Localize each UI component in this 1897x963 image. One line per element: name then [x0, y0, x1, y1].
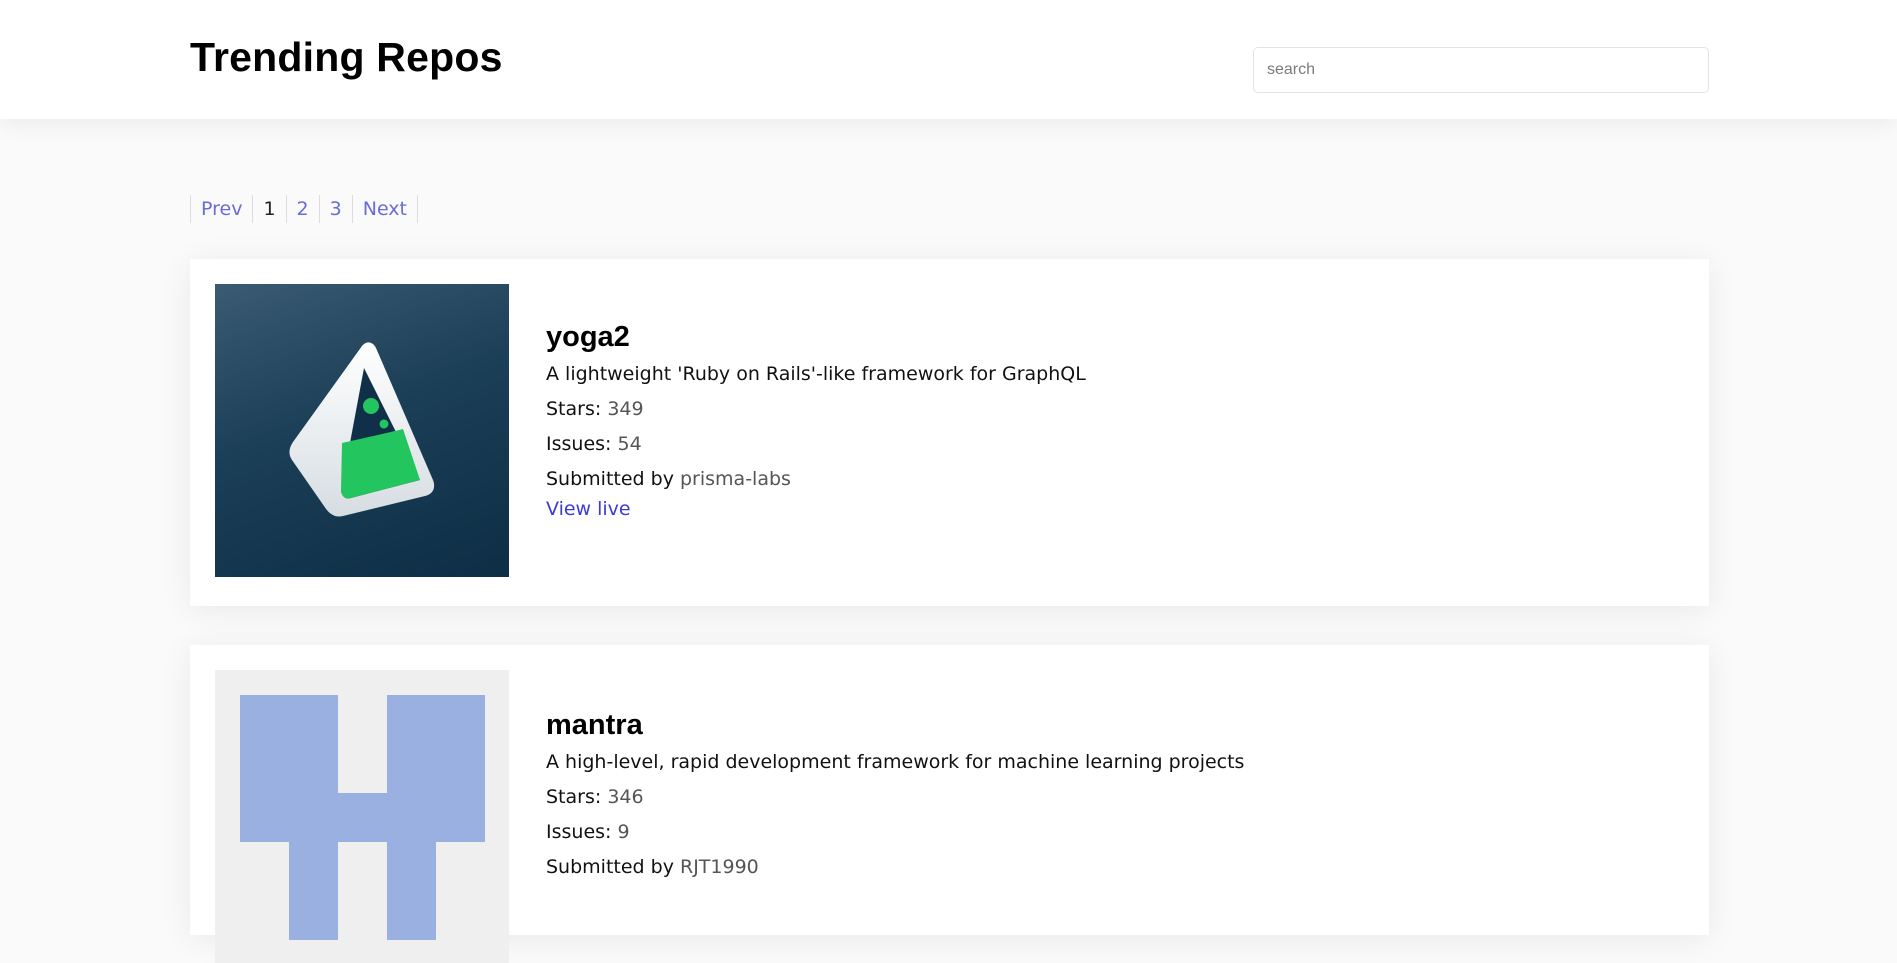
- repo-issues: Issues: 9: [546, 821, 1244, 843]
- repo-card-yoga2: yoga2 A lightweight 'Ruby on Rails'-like…: [190, 259, 1709, 606]
- identicon-icon: [240, 695, 485, 940]
- stars-value: 349: [607, 398, 644, 420]
- pagination-page-1[interactable]: 1: [253, 195, 287, 223]
- pagination: Prev 1 2 3 Next: [190, 195, 418, 223]
- repo-card-mantra: mantra A high-level, rapid development f…: [190, 645, 1709, 963]
- page-title: Trending Repos: [190, 34, 503, 80]
- repo-thumbnail: [215, 284, 509, 577]
- pagination-prev-button[interactable]: Prev: [191, 195, 254, 223]
- top-header: Trending Repos: [0, 0, 1897, 119]
- view-live-link[interactable]: View live: [546, 498, 631, 520]
- submitted-by-value: prisma-labs: [680, 468, 791, 490]
- repo-submitter: Submitted by prisma-labs: [546, 468, 1086, 490]
- stars-value: 346: [607, 786, 644, 808]
- stars-label: Stars:: [546, 786, 602, 808]
- submitted-label: Submitted by: [546, 856, 674, 878]
- repo-name: mantra: [546, 709, 643, 741]
- repo-stars: Stars: 346: [546, 786, 1244, 808]
- issues-label: Issues:: [546, 433, 612, 455]
- pagination-next-button[interactable]: Next: [353, 195, 418, 223]
- submitted-by-value: RJT1990: [680, 856, 759, 878]
- repo-submitter: Submitted by RJT1990: [546, 856, 1244, 878]
- repo-stars: Stars: 349: [546, 398, 1086, 420]
- submitted-label: Submitted by: [546, 468, 674, 490]
- search-input[interactable]: [1253, 47, 1709, 93]
- pagination-page-2[interactable]: 2: [287, 195, 320, 223]
- repo-thumbnail: [215, 670, 509, 963]
- repo-name: yoga2: [546, 321, 630, 353]
- pagination-page-3[interactable]: 3: [320, 195, 353, 223]
- repo-info: yoga2 A lightweight 'Ruby on Rails'-like…: [546, 321, 1086, 520]
- prisma-flask-icon: [289, 342, 435, 517]
- issues-value: 54: [617, 433, 642, 455]
- stars-label: Stars:: [546, 398, 602, 420]
- repo-issues: Issues: 54: [546, 433, 1086, 455]
- issues-value: 9: [617, 821, 630, 843]
- repo-description: A lightweight 'Ruby on Rails'-like frame…: [546, 363, 1086, 385]
- repo-description: A high-level, rapid development framewor…: [546, 751, 1245, 773]
- issues-label: Issues:: [546, 821, 612, 843]
- repo-info: mantra A high-level, rapid development f…: [546, 709, 1244, 891]
